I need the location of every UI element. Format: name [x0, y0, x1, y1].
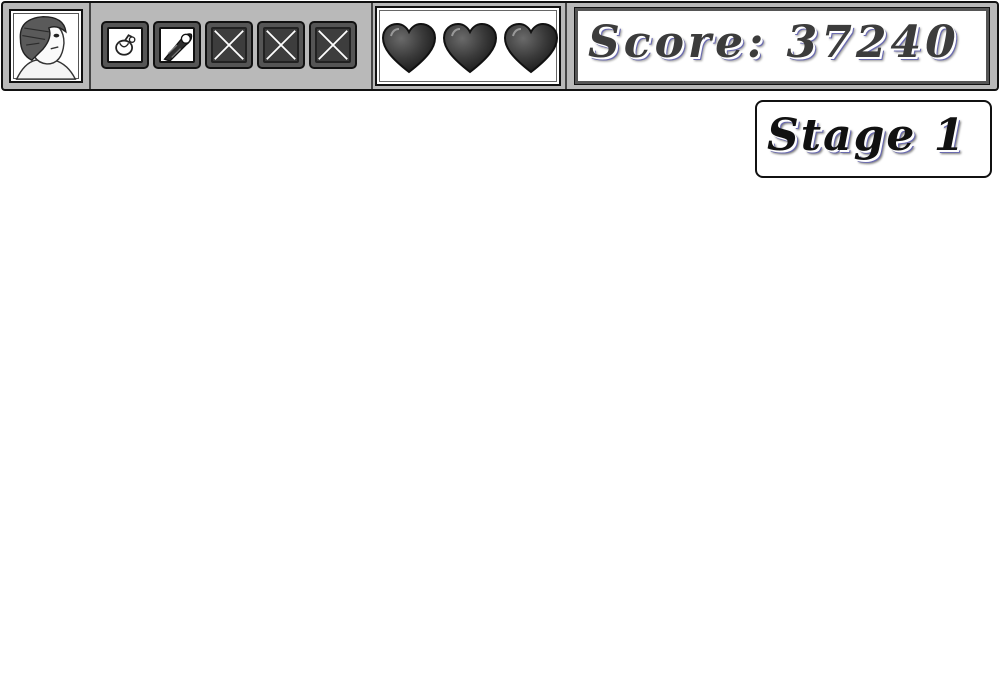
heart-icon	[381, 22, 437, 74]
empty-slot-x-icon	[265, 29, 297, 61]
inventory-slot-2[interactable]	[153, 21, 201, 69]
inventory-slot-1[interactable]	[101, 21, 149, 69]
hud-divider	[371, 3, 373, 89]
heart-icon	[503, 22, 559, 74]
hud-bar: Score: 37240	[1, 1, 999, 91]
empty-slot-x-icon	[213, 29, 245, 61]
rocket-icon	[161, 29, 193, 61]
inventory-slot-4[interactable]	[257, 21, 305, 69]
hud-divider	[565, 3, 567, 89]
player-portrait-icon	[11, 11, 81, 81]
inventory-slot-3[interactable]	[205, 21, 253, 69]
heart-icon	[442, 22, 498, 74]
score-label: Score: 37240	[588, 17, 960, 68]
hud-divider	[89, 3, 91, 89]
lives-panel	[375, 6, 561, 86]
inventory-slot-5[interactable]	[309, 21, 357, 69]
grenade-icon	[109, 29, 141, 61]
empty-slot-x-icon	[317, 29, 349, 61]
score-panel: Score: 37240	[574, 7, 990, 85]
player-portrait	[9, 9, 83, 83]
game-playfield[interactable]	[0, 92, 1000, 700]
